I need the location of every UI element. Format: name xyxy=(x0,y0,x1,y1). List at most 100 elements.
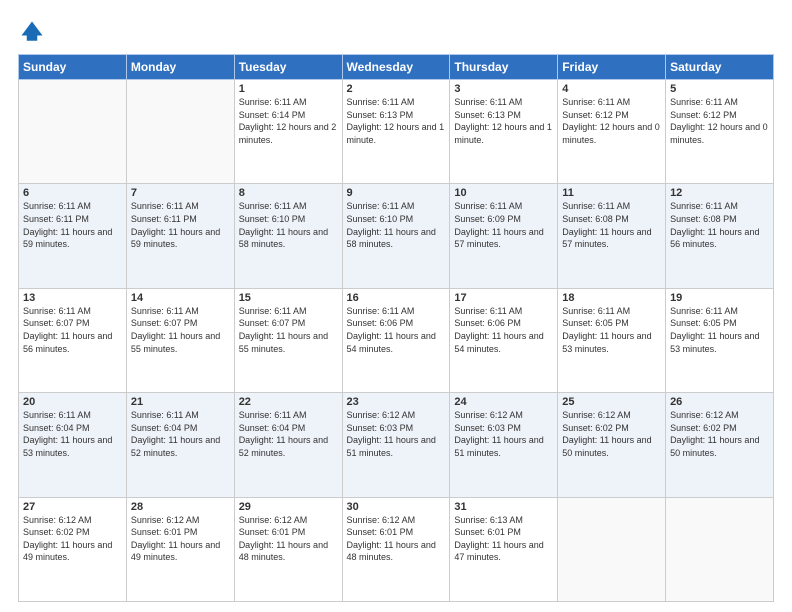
day-info: Sunrise: 6:12 AMSunset: 6:02 PMDaylight:… xyxy=(670,409,769,459)
calendar-cell: 8Sunrise: 6:11 AMSunset: 6:10 PMDaylight… xyxy=(234,184,342,288)
calendar-cell: 21Sunrise: 6:11 AMSunset: 6:04 PMDayligh… xyxy=(126,393,234,497)
day-info: Sunrise: 6:12 AMSunset: 6:01 PMDaylight:… xyxy=(347,514,446,564)
header-day: Monday xyxy=(126,55,234,80)
day-number: 29 xyxy=(239,501,338,513)
top-section xyxy=(18,18,774,46)
day-number: 31 xyxy=(454,501,553,513)
day-info: Sunrise: 6:11 AMSunset: 6:06 PMDaylight:… xyxy=(347,305,446,355)
calendar-cell: 14Sunrise: 6:11 AMSunset: 6:07 PMDayligh… xyxy=(126,288,234,392)
calendar-cell: 12Sunrise: 6:11 AMSunset: 6:08 PMDayligh… xyxy=(666,184,774,288)
calendar-cell: 31Sunrise: 6:13 AMSunset: 6:01 PMDayligh… xyxy=(450,497,558,601)
header-row: SundayMondayTuesdayWednesdayThursdayFrid… xyxy=(19,55,774,80)
day-info: Sunrise: 6:12 AMSunset: 6:03 PMDaylight:… xyxy=(454,409,553,459)
calendar-cell: 6Sunrise: 6:11 AMSunset: 6:11 PMDaylight… xyxy=(19,184,127,288)
day-info: Sunrise: 6:11 AMSunset: 6:06 PMDaylight:… xyxy=(454,305,553,355)
calendar-cell: 7Sunrise: 6:11 AMSunset: 6:11 PMDaylight… xyxy=(126,184,234,288)
calendar-cell: 26Sunrise: 6:12 AMSunset: 6:02 PMDayligh… xyxy=(666,393,774,497)
day-info: Sunrise: 6:11 AMSunset: 6:04 PMDaylight:… xyxy=(239,409,338,459)
day-number: 16 xyxy=(347,292,446,304)
day-number: 25 xyxy=(562,396,661,408)
day-info: Sunrise: 6:11 AMSunset: 6:11 PMDaylight:… xyxy=(131,200,230,250)
day-info: Sunrise: 6:11 AMSunset: 6:09 PMDaylight:… xyxy=(454,200,553,250)
header-day: Sunday xyxy=(19,55,127,80)
day-number: 26 xyxy=(670,396,769,408)
day-number: 22 xyxy=(239,396,338,408)
calendar-cell: 22Sunrise: 6:11 AMSunset: 6:04 PMDayligh… xyxy=(234,393,342,497)
calendar-cell: 10Sunrise: 6:11 AMSunset: 6:09 PMDayligh… xyxy=(450,184,558,288)
day-number: 20 xyxy=(23,396,122,408)
day-info: Sunrise: 6:11 AMSunset: 6:14 PMDaylight:… xyxy=(239,96,338,146)
calendar-week-row: 20 Sunrise: 6:11 AMSunset: 6:04 PMDayligh… xyxy=(19,393,774,497)
day-info: Sunrise: 6:11 AMSunset: 6:07 PMDaylight:… xyxy=(131,305,230,355)
day-number: 3 xyxy=(454,83,553,95)
day-info: Sunrise: 6:11 AMSunset: 6:12 PMDaylight:… xyxy=(562,96,661,146)
calendar-cell: 18Sunrise: 6:11 AMSunset: 6:05 PMDayligh… xyxy=(558,288,666,392)
calendar-cell: 17Sunrise: 6:11 AMSunset: 6:06 PMDayligh… xyxy=(450,288,558,392)
calendar-cell: 25Sunrise: 6:12 AMSunset: 6:02 PMDayligh… xyxy=(558,393,666,497)
calendar-week-row: 1Sunrise: 6:11 AMSunset: 6:14 PMDaylight… xyxy=(19,80,774,184)
day-info: Sunrise: 6:11 AMSunset: 6:13 PMDaylight:… xyxy=(454,96,553,146)
calendar-cell: 1Sunrise: 6:11 AMSunset: 6:14 PMDaylight… xyxy=(234,80,342,184)
day-number: 7 xyxy=(131,187,230,199)
calendar-cell: 2Sunrise: 6:11 AMSunset: 6:13 PMDaylight… xyxy=(342,80,450,184)
calendar-cell: 3Sunrise: 6:11 AMSunset: 6:13 PMDaylight… xyxy=(450,80,558,184)
day-number: 15 xyxy=(239,292,338,304)
header-day: Tuesday xyxy=(234,55,342,80)
calendar-cell: 15Sunrise: 6:11 AMSunset: 6:07 PMDayligh… xyxy=(234,288,342,392)
day-info: Sunrise: 6:12 AMSunset: 6:03 PMDaylight:… xyxy=(347,409,446,459)
day-number: 24 xyxy=(454,396,553,408)
logo xyxy=(18,18,50,46)
day-number: 19 xyxy=(670,292,769,304)
header-day: Saturday xyxy=(666,55,774,80)
calendar-cell xyxy=(666,497,774,601)
day-number: 9 xyxy=(347,187,446,199)
logo-icon xyxy=(18,18,46,46)
calendar-page: SundayMondayTuesdayWednesdayThursdayFrid… xyxy=(0,0,792,612)
day-number: 13 xyxy=(23,292,122,304)
day-info: Sunrise: 6:12 AMSunset: 6:01 PMDaylight:… xyxy=(131,514,230,564)
day-number: 12 xyxy=(670,187,769,199)
calendar-cell: 28Sunrise: 6:12 AMSunset: 6:01 PMDayligh… xyxy=(126,497,234,601)
calendar-cell: 27Sunrise: 6:12 AMSunset: 6:02 PMDayligh… xyxy=(19,497,127,601)
day-info: Sunrise: 6:11 AMSunset: 6:10 PMDaylight:… xyxy=(347,200,446,250)
day-info: Sunrise: 6:13 AMSunset: 6:01 PMDaylight:… xyxy=(454,514,553,564)
day-info: Sunrise: 6:11 AMSunset: 6:13 PMDaylight:… xyxy=(347,96,446,146)
day-number: 4 xyxy=(562,83,661,95)
day-info: Sunrise: 6:11 AMSunset: 6:11 PMDaylight:… xyxy=(23,200,122,250)
day-info: Sunrise: 6:11 AMSunset: 6:07 PMDaylight:… xyxy=(23,305,122,355)
calendar-week-row: 13Sunrise: 6:11 AMSunset: 6:07 PMDayligh… xyxy=(19,288,774,392)
day-number: 21 xyxy=(131,396,230,408)
day-number: 11 xyxy=(562,187,661,199)
calendar-cell: 24Sunrise: 6:12 AMSunset: 6:03 PMDayligh… xyxy=(450,393,558,497)
calendar-cell: 19Sunrise: 6:11 AMSunset: 6:05 PMDayligh… xyxy=(666,288,774,392)
day-info: Sunrise: 6:11 AMSunset: 6:08 PMDaylight:… xyxy=(670,200,769,250)
day-number: 5 xyxy=(670,83,769,95)
header-day: Thursday xyxy=(450,55,558,80)
day-info: Sunrise: 6:12 AMSunset: 6:02 PMDaylight:… xyxy=(562,409,661,459)
calendar-cell: 23Sunrise: 6:12 AMSunset: 6:03 PMDayligh… xyxy=(342,393,450,497)
day-info: Sunrise: 6:11 AMSunset: 6:07 PMDaylight:… xyxy=(239,305,338,355)
calendar-cell: 4Sunrise: 6:11 AMSunset: 6:12 PMDaylight… xyxy=(558,80,666,184)
calendar-cell: 11Sunrise: 6:11 AMSunset: 6:08 PMDayligh… xyxy=(558,184,666,288)
calendar-week-row: 6Sunrise: 6:11 AMSunset: 6:11 PMDaylight… xyxy=(19,184,774,288)
day-info: Sunrise: 6:12 AMSunset: 6:02 PMDaylight:… xyxy=(23,514,122,564)
calendar-week-row: 27Sunrise: 6:12 AMSunset: 6:02 PMDayligh… xyxy=(19,497,774,601)
day-number: 30 xyxy=(347,501,446,513)
day-number: 14 xyxy=(131,292,230,304)
day-info: Sunrise: 6:11 AMSunset: 6:12 PMDaylight:… xyxy=(670,96,769,146)
day-info: Sunrise: 6:11 AMSunset: 6:08 PMDaylight:… xyxy=(562,200,661,250)
calendar-cell xyxy=(126,80,234,184)
day-number: 1 xyxy=(239,83,338,95)
day-number: 2 xyxy=(347,83,446,95)
calendar-cell: 20Sunrise: 6:11 AMSunset: 6:04 PMDayligh… xyxy=(19,393,127,497)
day-number: 18 xyxy=(562,292,661,304)
calendar-cell xyxy=(19,80,127,184)
day-info: Sunrise: 6:11 AMSunset: 6:05 PMDaylight:… xyxy=(670,305,769,355)
calendar-cell: 16Sunrise: 6:11 AMSunset: 6:06 PMDayligh… xyxy=(342,288,450,392)
calendar-table: SundayMondayTuesdayWednesdayThursdayFrid… xyxy=(18,54,774,602)
calendar-cell: 13Sunrise: 6:11 AMSunset: 6:07 PMDayligh… xyxy=(19,288,127,392)
day-number: 17 xyxy=(454,292,553,304)
header-day: Wednesday xyxy=(342,55,450,80)
day-info: Sunrise: 6:11 AMSunset: 6:05 PMDaylight:… xyxy=(562,305,661,355)
calendar-cell: 5Sunrise: 6:11 AMSunset: 6:12 PMDaylight… xyxy=(666,80,774,184)
